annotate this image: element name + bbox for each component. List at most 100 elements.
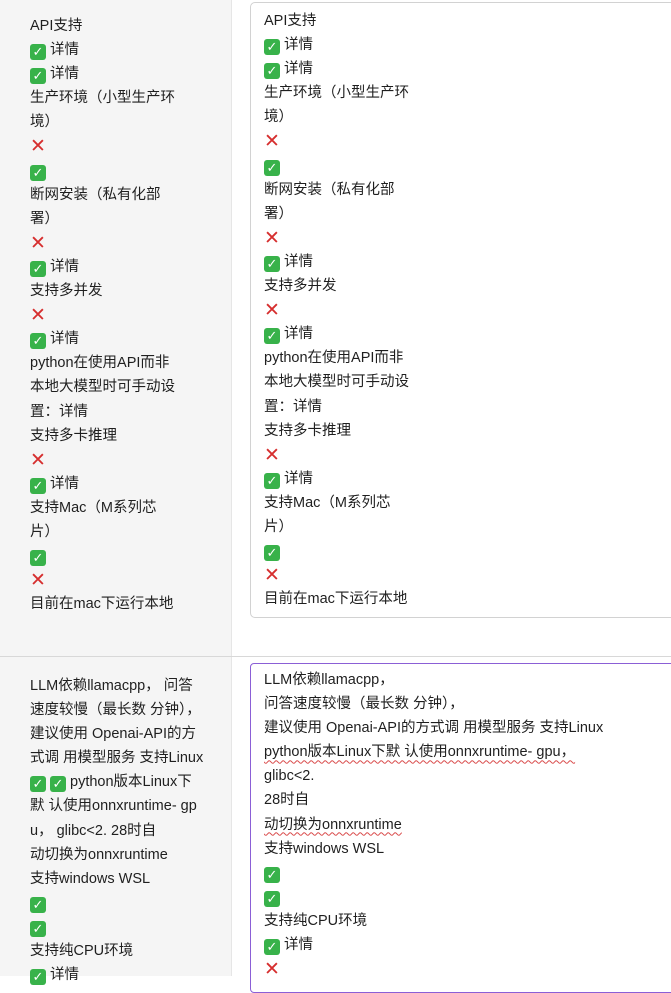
line-text: 目前在mac下运行本地 [264,591,408,608]
check-icon: ✓ [30,896,46,913]
text-line: glibc<2. [264,764,603,788]
text-line: ✕ [30,134,175,158]
row1-left-text: API支持 ✓ 详情 ✓ 详情 生产环境（小型生产环 境） ✕ ✓ 断网安装（私有化部 署） ✕ ✓ 详情… [30,14,175,616]
check-icon: ✓ [30,68,46,85]
text-line: ✕ [30,448,175,472]
text-line: 境） [264,105,409,129]
line-text: 境） [264,109,293,126]
check-icon: ✓ [30,969,46,986]
text-line: python版本Linux下默 认使用onnxruntime- gpu， [264,740,603,764]
line-text: 详情 [284,326,313,343]
line-text: u， glibc<2. 28时自 [30,822,157,839]
text-line: ✓ [30,544,175,568]
row2-left-cell: LLM依赖llamacpp， 问答 速度较慢（最长数 分钟）， 建议使用 Opena… [0,657,232,986]
line-text: 支持多卡推理 [264,422,351,439]
line-text: 支持纯CPU环境 [30,943,134,960]
check-icon: ✓ [30,776,46,793]
text-line: 本地大模型时可手动设 [30,375,175,399]
text-line: 默 认使用onnxruntime- gp [30,794,203,818]
text-line: ✕ [30,303,175,327]
text-line: 支持多并发 [264,274,409,298]
text-line: 境） [30,110,175,134]
check-icon: ✓ [30,920,46,937]
text-line: ✓ 详情 [30,327,175,351]
line-text: python版本Linux下默 认使用onnxruntime- gpu， [264,744,576,761]
text-line: 速度较慢（最长数 分钟）， [30,698,203,722]
line-text: 默 认使用onnxruntime- gp [30,798,197,815]
line-text: 支持windows WSL [264,840,385,857]
text-line: 目前在mac下运行本地 [30,592,175,616]
row1-left-cell: API支持 ✓ 详情 ✓ 详情 生产环境（小型生产环 境） ✕ ✓ 断网安装（私有化部 署） ✕ ✓ 详情… [0,0,232,656]
text-line: ✓ 详情 [264,250,409,274]
check-icon: ✓ [264,63,280,80]
text-line: ✕ [264,226,409,250]
text-line: ✕ [264,129,409,153]
line-text: 动切换为onnxruntime [264,816,402,833]
text-line: ✓ 详情 [264,322,409,346]
text-line: ✓ 详情 [30,472,175,496]
text-line: 支持纯CPU环境 [30,939,203,963]
text-line: ✓ 详情 [264,933,603,957]
check-icon: ✓ [264,159,280,176]
line-text: 支持纯CPU环境 [264,912,368,929]
line-text: 片） [264,518,293,535]
text-line: ✕ [264,957,603,981]
text-line: 生产环境（小型生产环 [30,86,175,110]
line-text: 详情 [284,253,313,270]
line-text: 生产环境（小型生产环 [30,90,175,107]
line-text: API支持 [264,13,317,29]
check-icon: ✓ [264,545,280,562]
line-text: 本地大模型时可手动设 [264,374,409,391]
text-line: u， glibc<2. 28时自 [30,819,203,843]
text-line: ✓ [264,885,603,909]
text-line: 署） [264,202,409,226]
check-icon: ✓ [264,39,280,56]
row2-edit-textarea-focused[interactable]: LLM依赖llamacpp， 问答速度较慢（最长数 分钟）， 建议使用 Opena… [250,663,671,993]
row1-edit-textarea[interactable]: API支持 ✓ 详情 ✓ 详情 生产环境（小型生产环 境） ✕ ✓ 断网安装（私有化部 署） ✕ ✓ 详情… [250,2,671,618]
cross-icon: ✕ [264,444,280,466]
cross-icon: ✕ [30,232,46,254]
text-line: 支持Mac（M系列芯 [30,496,175,520]
line-text: 详情 [284,937,313,954]
line-text: 断网安装（私有化部 [30,186,161,203]
check-icon: ✓ [30,44,46,61]
text-line: 支持windows WSL [264,837,603,861]
line-text: 本地大模型时可手动设 [30,379,175,396]
text-line: 支持多并发 [30,279,175,303]
line-text: 支持多并发 [264,278,337,295]
text-line: 支持多卡推理 [264,419,409,443]
check-icon: ✓ [264,890,280,907]
line-text: LLM依赖llamacpp， 问答 [30,678,193,694]
text-line: ✓ [30,159,175,183]
line-text: 详情 [284,470,313,487]
line-text: 境） [30,114,59,131]
cross-icon: ✕ [264,300,280,322]
text-line: 问答速度较慢（最长数 分钟）， [264,692,603,716]
text-line: 28时自 [264,788,603,812]
text-line: ✓ 详情 [30,62,175,86]
line-text: 断网安装（私有化部 [264,181,395,198]
text-line: ✕ [30,231,175,255]
text-line: ✓ 详情 [264,57,409,81]
line-text: 详情 [50,475,79,492]
line-text: 置：详情 [30,403,88,420]
row2-left-text: LLM依赖llamacpp， 问答 速度较慢（最长数 分钟）， 建议使用 Opena… [30,674,203,987]
line-text: 问答速度较慢（最长数 分钟）， [264,696,464,713]
line-text: 详情 [50,42,79,59]
line-text: 28时自 [264,792,310,809]
text-line: 式调 用模型服务 支持Linux [30,746,203,770]
line-text: 建议使用 Openai-API的方 [30,726,196,743]
text-line: API支持 [30,14,175,38]
line-text: 详情 [284,61,313,78]
text-line: 断网安装（私有化部 [30,183,175,207]
line-text: 目前在mac下运行本地 [30,596,174,613]
cross-icon: ✕ [264,227,280,249]
text-line: python在使用API而非 [30,351,175,375]
line-text: 详情 [50,967,79,984]
text-line: ✓ 详情 [264,33,409,57]
check-icon: ✓ [264,472,280,489]
line-text: python在使用API而非 [264,350,404,367]
line-text: 支持Mac（M系列芯 [264,494,391,511]
line-text: 速度较慢（最长数 分钟）， [30,702,201,719]
check-icon: ✓ [30,333,46,350]
